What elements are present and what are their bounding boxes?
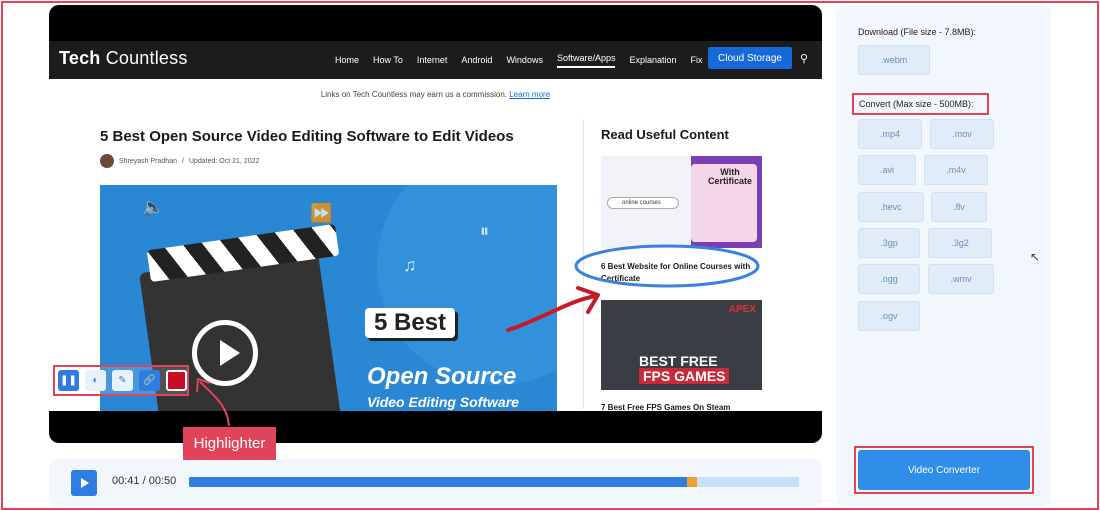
nav-android[interactable]: Android [461, 55, 492, 65]
highlighter-label: Highlighter [183, 427, 276, 460]
logo-rest: Countless [105, 48, 188, 68]
updated-date: Updated: Oct 21, 2022 [188, 157, 260, 165]
web-page: Links on Tech Countless may earn us a co… [49, 79, 822, 412]
convert-mp4-button[interactable]: .mp4 [858, 119, 922, 149]
nav-software-apps[interactable]: Software/Apps [556, 53, 616, 68]
progress-fill [189, 477, 690, 487]
hero-line2: Video Editing Software [367, 394, 519, 410]
hero-badge: 5 Best [365, 308, 456, 338]
sidebar-card2-title[interactable]: 7 Best Free FPS Games On Steam [601, 403, 730, 412]
nav-how-to[interactable]: How To [373, 55, 403, 65]
video-converter-button[interactable]: Video Converter [858, 450, 1030, 490]
affiliate-notice: Links on Tech Countless may earn us a co… [49, 90, 822, 99]
thumb1-search-pill: online courses [607, 197, 679, 209]
article-title: 5 Best Open Source Video Editing Softwar… [100, 128, 514, 145]
sidebar-thumb-fps[interactable]: APEX BEST FREE FPS GAMES [601, 300, 762, 390]
convert-3gp-button[interactable]: .3gp [858, 228, 920, 258]
player-controls: 00:41 / 00:50 [49, 459, 822, 507]
author-name[interactable]: Shreyash Pradhan [119, 158, 177, 165]
play-circle-icon [192, 320, 258, 386]
convert-m4v-button[interactable]: .m4v [924, 155, 988, 185]
affiliate-text: Links on Tech Countless may earn us a co… [320, 90, 507, 99]
highlighter-toolbar: ❚❚ ◐ ✎ 🔗 [53, 365, 189, 396]
byline-separator: / [181, 157, 184, 165]
search-icon[interactable]: ⚲ [800, 52, 808, 65]
nav-fix[interactable]: Fix [691, 55, 703, 65]
time-readout: 00:41 / 00:50 [112, 475, 177, 487]
download-webm-button[interactable]: .webm [858, 45, 930, 75]
mouse-cursor-icon: ↖ [1030, 250, 1041, 264]
color-swatch[interactable] [166, 370, 187, 391]
fast-forward-icon: ⏩ [310, 203, 333, 223]
convert-label: Convert (Max size - 500MB): [852, 93, 989, 115]
music-note-icon: ♫ [403, 255, 417, 275]
convert-label-text: Convert (Max size - 500MB): [859, 99, 974, 109]
nav-home[interactable]: Home [335, 55, 359, 65]
byline: Shreyash Pradhan / Updated: Oct 21, 2022 [100, 154, 259, 168]
convert-ogv-button[interactable]: .ogv [858, 301, 920, 331]
logo-bold: Tech [59, 48, 101, 68]
thumb2-apex-logo: APEX [728, 304, 756, 315]
sidebar-card1-title[interactable]: 6 Best Website for Online Courses with C… [601, 261, 761, 285]
nav-windows[interactable]: Windows [506, 55, 543, 65]
nav-explanation[interactable]: Explanation [629, 55, 676, 65]
convert-ogg-button[interactable]: .ogg [858, 264, 920, 294]
speaker-icon: 🔈 [142, 197, 165, 217]
eraser-icon[interactable]: ◐ [85, 370, 106, 391]
thumb1-cert-label: With Certificate [707, 167, 752, 186]
author-avatar [100, 154, 114, 168]
cloud-storage-button[interactable]: Cloud Storage [708, 47, 792, 69]
nav-internet[interactable]: Internet [417, 55, 448, 65]
site-nav: Home How To Internet Android Windows Sof… [335, 41, 703, 79]
hero-line1: Open Source [367, 363, 517, 390]
learn-more-link[interactable]: Learn more [509, 90, 550, 99]
convert-3g2-button[interactable]: .3g2 [928, 228, 992, 258]
convert-mov-button[interactable]: .mov [930, 119, 994, 149]
sidebar-divider [583, 119, 584, 409]
site-header: Tech Countless Home How To Internet Andr… [49, 41, 822, 79]
pause-icon[interactable]: ❚❚ [58, 370, 79, 391]
thumb2-line2: FPS GAMES [639, 368, 730, 384]
download-label: Download (File size - 7.8MB): [858, 27, 977, 37]
play-button[interactable] [71, 470, 97, 496]
progress-bar[interactable] [189, 477, 799, 487]
pen-icon[interactable]: ✎ [112, 370, 133, 391]
convert-flv-button[interactable]: .flv [931, 192, 987, 222]
convert-avi-button[interactable]: .avi [858, 155, 916, 185]
progress-handle[interactable] [687, 477, 698, 487]
sidebar-title: Read Useful Content [601, 127, 729, 142]
hero-bg-circle [377, 185, 557, 385]
pause-circle-icon: ⏸ [480, 221, 489, 241]
convert-wmv-button[interactable]: .wmv [928, 264, 994, 294]
site-logo[interactable]: Tech Countless [59, 48, 188, 69]
format-panel: Download (File size - 7.8MB): .webm Conv… [836, 5, 1051, 507]
convert-hevc-button[interactable]: .hevc [858, 192, 924, 222]
thumb2-line1: BEST FREE [639, 353, 718, 369]
sidebar-thumb-courses[interactable]: online courses With Certificate [601, 156, 762, 248]
link-icon[interactable]: 🔗 [139, 370, 160, 391]
